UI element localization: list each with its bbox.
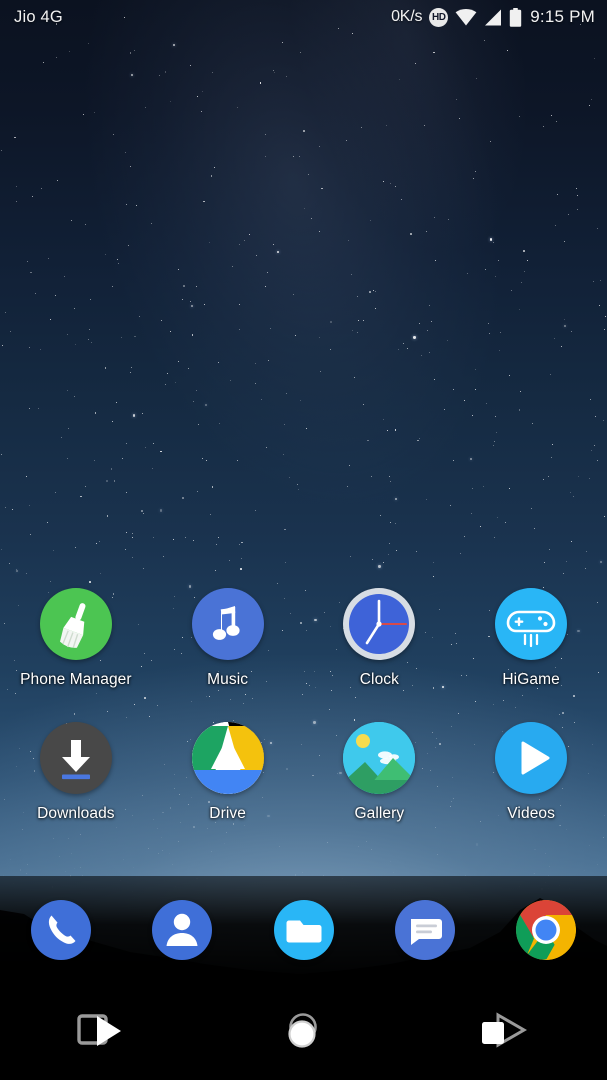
back-triangle-icon[interactable] (474, 1008, 538, 1056)
nav-button-recents[interactable] (0, 1008, 202, 1056)
app-music[interactable]: Music (152, 588, 304, 689)
app-clock[interactable]: Clock (304, 588, 456, 689)
android-home-screen: Jio 4G 0K/s HD 9:15 PM Phone Manager Mus… (0, 0, 607, 1080)
gamepad-icon[interactable] (495, 588, 568, 660)
app-label: Clock (359, 671, 399, 688)
play-button-icon[interactable] (495, 722, 568, 794)
app-label: Videos (507, 805, 555, 822)
dock-item-phone[interactable] (0, 900, 121, 960)
phone-handset-icon[interactable] (30, 900, 91, 960)
recents-square-icon[interactable] (69, 1008, 133, 1056)
chrome-icon[interactable] (516, 900, 577, 960)
app-label: Gallery (354, 805, 405, 822)
analog-clock-icon[interactable] (343, 588, 416, 660)
status-bar-right: 0K/s HD 9:15 PM (391, 7, 595, 27)
dock (0, 876, 607, 984)
dock-item-contacts[interactable] (121, 900, 242, 960)
status-bar-clock: 9:15 PM (530, 7, 595, 26)
network-speed-label: 0K/s (391, 8, 423, 25)
wifi-icon (455, 8, 477, 26)
dock-item-messages[interactable] (364, 900, 485, 960)
message-bubble-icon[interactable] (394, 900, 455, 960)
app-label: Phone Manager (20, 671, 132, 688)
app-label: Downloads (37, 805, 115, 822)
dock-item-files[interactable] (243, 900, 364, 960)
app-row: Downloads Drive Gallery Videos (0, 722, 607, 823)
broom-icon[interactable] (39, 588, 112, 660)
carrier-label: Jio 4G (14, 7, 63, 26)
folder-icon[interactable] (273, 900, 334, 960)
nav-button-back[interactable] (405, 1008, 607, 1056)
download-arrow-icon[interactable] (39, 722, 112, 794)
app-gallery[interactable]: Gallery (304, 722, 456, 823)
music-note-icon[interactable] (191, 588, 264, 660)
person-icon[interactable] (152, 900, 213, 960)
battery-icon (509, 7, 522, 27)
status-bar: Jio 4G 0K/s HD 9:15 PM (0, 0, 607, 34)
app-label: Music (207, 671, 249, 688)
app-higame[interactable]: HiGame (455, 588, 607, 689)
drive-triangle-icon[interactable] (191, 722, 264, 794)
signal-bars-icon (484, 9, 502, 26)
app-videos[interactable]: Videos (455, 722, 607, 823)
home-circle-icon[interactable] (271, 1008, 335, 1056)
app-grid: Phone Manager Music Clock HiGame Downloa… (0, 588, 607, 856)
app-label: HiGame (502, 671, 560, 688)
app-row: Phone Manager Music Clock HiGame (0, 588, 607, 689)
photo-landscape-icon[interactable] (343, 722, 416, 794)
status-bar-left: Jio 4G (14, 8, 63, 27)
app-drive[interactable]: Drive (152, 722, 304, 823)
hd-badge-icon: HD (429, 7, 449, 27)
nav-button-home[interactable] (202, 1008, 404, 1056)
app-phone-manager[interactable]: Phone Manager (0, 588, 152, 689)
app-label: Drive (209, 805, 246, 822)
navigation-bar (0, 984, 607, 1080)
app-downloads[interactable]: Downloads (0, 722, 152, 823)
dock-item-chrome[interactable] (486, 900, 607, 960)
